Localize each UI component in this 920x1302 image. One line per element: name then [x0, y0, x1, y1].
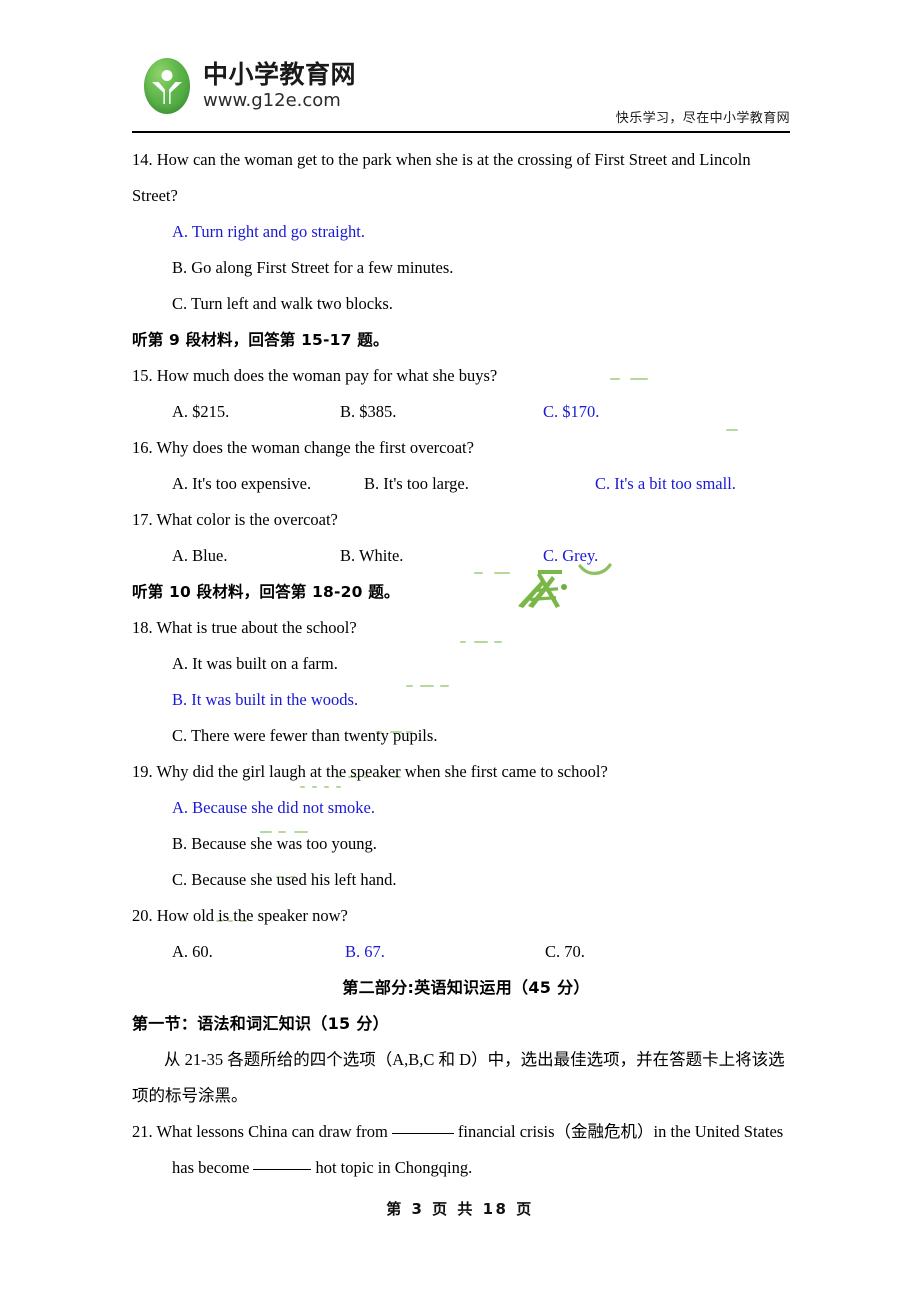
question-15-option-b[interactable]: B. $385.	[340, 394, 396, 430]
question-20-options-row: A. 60. B. 67. C. 70.	[132, 934, 800, 970]
question-16-option-c[interactable]: C. It's a bit too small.	[595, 466, 736, 502]
part-2-section-1-title: 第一节：语法和词汇知识（15 分）	[132, 1014, 389, 1033]
question-15-stem: 15. How much does the woman pay for what…	[132, 366, 498, 385]
question-20-stem: 20. How old is the speaker now?	[132, 906, 348, 925]
question-21-text-after-blank: financial crisis（金融危机）in the United Stat…	[457, 1122, 784, 1141]
question-18-option-a[interactable]: A. It was built on a farm.	[132, 646, 800, 682]
question-16-option-a[interactable]: A. It's too expensive.	[172, 466, 311, 502]
question-14-stem-line2: Street?	[132, 186, 178, 205]
question-17-option-c[interactable]: C. Grey.	[543, 538, 598, 574]
header-divider	[132, 131, 790, 133]
question-14-option-c[interactable]: C. Turn left and walk two blocks.	[132, 286, 800, 322]
question-21-blank-1[interactable]	[391, 1133, 454, 1134]
logo-text-block: 中小学教育网 www.g12e.com	[203, 60, 357, 112]
question-20-option-a[interactable]: A. 60.	[172, 934, 213, 970]
part-2-instruction-line2: 项的标号涂黑。	[132, 1086, 248, 1105]
logo-person-icon	[144, 58, 190, 114]
listening-section-10-heading: 听第 10 段材料，回答第 18-20 题。	[132, 583, 400, 601]
listening-section-9-heading: 听第 9 段材料，回答第 15-17 题。	[132, 331, 389, 349]
question-19-option-b[interactable]: B. Because she was too young.	[132, 826, 800, 862]
question-21-line2: has become hot topic in Chongqing.	[132, 1150, 800, 1186]
question-17-option-b[interactable]: B. White.	[340, 538, 403, 574]
question-21-line2-text-before-blank: has become	[172, 1158, 250, 1177]
question-19-option-c[interactable]: C. Because she used his left hand.	[132, 862, 800, 898]
question-18-option-c[interactable]: C. There were fewer than twenty pupils.	[132, 718, 800, 754]
logo-body-shape	[152, 82, 182, 104]
question-15-options-row: A. $215. B. $385. C. $170.	[132, 394, 800, 430]
question-21-line1: 21. What lessons China can draw from fina…	[132, 1114, 800, 1150]
logo-website-url: www.g12e.com	[203, 90, 341, 111]
question-17-option-a[interactable]: A. Blue.	[172, 538, 227, 574]
page-header: 中小学教育网 www.g12e.com 快乐学习，尽在中小学教育网	[132, 52, 790, 130]
question-14-option-a[interactable]: A. Turn right and go straight.	[132, 214, 800, 250]
question-15-option-c[interactable]: C. $170.	[543, 394, 599, 430]
question-14-option-b[interactable]: B. Go along First Street for a few minut…	[132, 250, 800, 286]
question-21-blank-2[interactable]	[253, 1169, 312, 1170]
question-21-text-before-blank: 21. What lessons China can draw from	[132, 1122, 388, 1141]
question-20-option-c[interactable]: C. 70.	[545, 934, 585, 970]
question-14-stem-line1: 14. How can the woman get to the park wh…	[132, 150, 751, 169]
logo-chinese-name: 中小学教育网	[203, 60, 357, 89]
question-19-option-a[interactable]: A. Because she did not smoke.	[132, 790, 800, 826]
part-2-title: 第二部分:英语知识运用（45 分）	[342, 978, 590, 997]
question-18-stem: 18. What is true about the school?	[132, 618, 357, 637]
part-2-instruction-line1: 从 21-35 各题所给的四个选项（A,B,C 和 D）中，选出最佳选项，并在答…	[164, 1050, 785, 1069]
question-16-option-b[interactable]: B. It's too large.	[364, 466, 469, 502]
page-content: 14. How can the woman get to the park wh…	[132, 142, 800, 1186]
question-18-option-b[interactable]: B. It was built in the woods.	[132, 682, 800, 718]
logo-head-shape	[161, 70, 173, 81]
question-17-options-row: A. Blue. B. White. C. Grey.	[132, 538, 800, 574]
question-21-line2-text-after-blank: hot topic in Chongqing.	[315, 1158, 473, 1177]
page-footer: 第 3 页 共 18 页	[386, 1200, 534, 1218]
document-page: 中小学教育网 www.g12e.com 快乐学习，尽在中小学教育网 14. Ho…	[0, 0, 920, 1302]
question-17-stem: 17. What color is the overcoat?	[132, 510, 338, 529]
question-15-option-a[interactable]: A. $215.	[172, 394, 229, 430]
question-20-option-b[interactable]: B. 67.	[345, 934, 385, 970]
site-logo: 中小学教育网 www.g12e.com	[144, 58, 356, 114]
question-16-stem: 16. Why does the woman change the first …	[132, 438, 474, 457]
question-16-options-row: A. It's too expensive. B. It's too large…	[132, 466, 800, 502]
question-19-stem: 19. Why did the girl laugh at the speake…	[132, 762, 608, 781]
header-tagline: 快乐学习，尽在中小学教育网	[615, 111, 790, 126]
